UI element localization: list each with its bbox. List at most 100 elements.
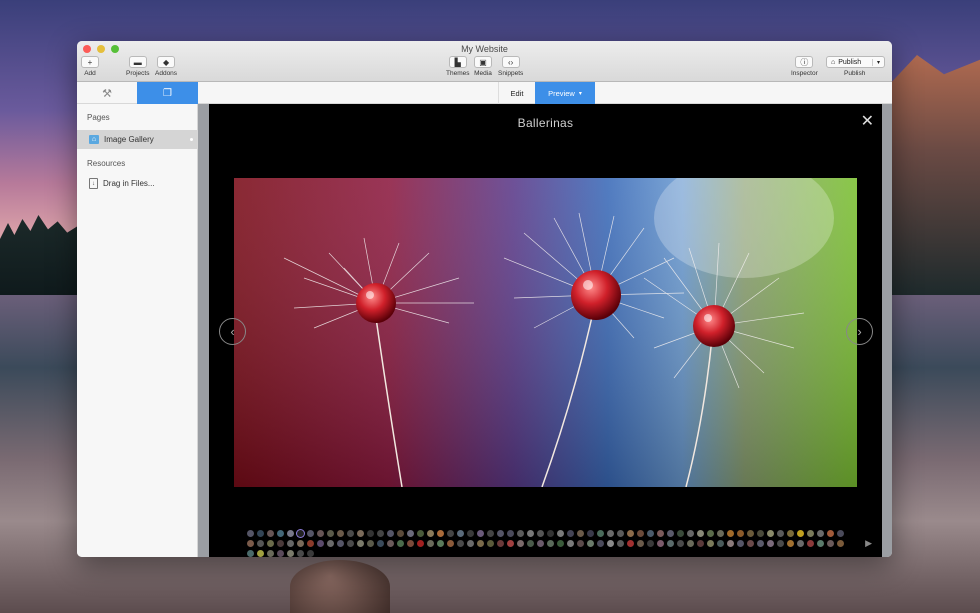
gallery-thumbnail[interactable] — [277, 550, 284, 557]
gallery-thumbnail[interactable] — [627, 540, 634, 547]
gallery-thumbnail[interactable] — [487, 540, 494, 547]
chevron-down-icon[interactable]: ▾ — [871, 58, 884, 66]
gallery-thumbnail[interactable] — [327, 540, 334, 547]
gallery-thumbnail[interactable] — [677, 530, 684, 537]
gallery-thumbnail[interactable] — [707, 530, 714, 537]
gallery-thumbnail[interactable] — [507, 540, 514, 547]
gallery-thumbnail[interactable] — [677, 540, 684, 547]
gallery-thumbnail[interactable] — [687, 540, 694, 547]
projects-button[interactable]: ▬ Projects — [126, 56, 149, 77]
sidebar-item-drag-files[interactable]: ↓ Drag in Files... — [77, 174, 197, 193]
gallery-thumbnail[interactable] — [797, 530, 804, 537]
gallery-thumbnail[interactable] — [577, 540, 584, 547]
gallery-thumbnail[interactable] — [307, 550, 314, 557]
gallery-thumbnail[interactable] — [377, 540, 384, 547]
gallery-thumbnail[interactable] — [527, 530, 534, 537]
gallery-thumbnail[interactable] — [357, 530, 364, 537]
gallery-thumbnail[interactable] — [757, 530, 764, 537]
gallery-thumbnail[interactable] — [517, 540, 524, 547]
gallery-thumbnail[interactable] — [367, 530, 374, 537]
gallery-thumbnail[interactable] — [547, 530, 554, 537]
gallery-thumbnail[interactable] — [597, 540, 604, 547]
gallery-thumbnail[interactable] — [717, 540, 724, 547]
gallery-thumbnail[interactable] — [457, 530, 464, 537]
gallery-thumbnail[interactable] — [767, 540, 774, 547]
gallery-thumbnail[interactable] — [267, 540, 274, 547]
gallery-thumbnail[interactable] — [747, 540, 754, 547]
gallery-thumbnail[interactable] — [777, 540, 784, 547]
gallery-thumbnail[interactable] — [707, 540, 714, 547]
gallery-thumbnail[interactable] — [407, 530, 414, 537]
gallery-thumbnail[interactable] — [567, 530, 574, 537]
inspector-button[interactable]: ⓘ Inspector — [791, 56, 818, 77]
gallery-thumbnail[interactable] — [427, 530, 434, 537]
gallery-thumbnail[interactable] — [247, 550, 254, 557]
close-icon[interactable]: ✕ — [861, 114, 874, 130]
sidebar-item-image-gallery[interactable]: ⌂ Image Gallery — [77, 130, 197, 149]
gallery-thumbnail[interactable] — [407, 540, 414, 547]
gallery-thumbnail[interactable] — [547, 540, 554, 547]
add-button[interactable]: + Add — [81, 56, 99, 77]
gallery-thumbnail[interactable] — [807, 530, 814, 537]
tab-pages[interactable]: ❐ — [137, 82, 198, 104]
gallery-thumbnail[interactable] — [357, 540, 364, 547]
previous-image-button[interactable]: ‹ — [219, 318, 246, 345]
gallery-thumbnail[interactable] — [307, 540, 314, 547]
gallery-thumbnail[interactable] — [557, 530, 564, 537]
gallery-thumbnail[interactable] — [387, 540, 394, 547]
gallery-thumbnail[interactable] — [827, 540, 834, 547]
gallery-thumbnail[interactable] — [337, 530, 344, 537]
gallery-thumbnail[interactable] — [487, 530, 494, 537]
gallery-thumbnail[interactable] — [347, 530, 354, 537]
gallery-thumbnail[interactable] — [287, 550, 294, 557]
gallery-thumbnail[interactable] — [607, 530, 614, 537]
gallery-thumbnail[interactable] — [457, 540, 464, 547]
snippets-button[interactable]: ‹› Snippets — [498, 56, 523, 77]
gallery-thumbnail[interactable] — [317, 530, 324, 537]
gallery-thumbnail[interactable] — [587, 540, 594, 547]
gallery-thumbnail[interactable] — [527, 540, 534, 547]
gallery-thumbnail[interactable] — [827, 530, 834, 537]
gallery-thumbnail[interactable] — [347, 540, 354, 547]
gallery-thumbnail[interactable] — [737, 540, 744, 547]
gallery-thumbnail[interactable] — [537, 530, 544, 537]
gallery-thumbnail[interactable] — [437, 540, 444, 547]
gallery-thumbnail[interactable] — [577, 530, 584, 537]
gallery-thumbnail[interactable] — [277, 530, 284, 537]
gallery-thumbnail[interactable] — [377, 530, 384, 537]
themes-button[interactable]: ▙ Themes — [446, 56, 469, 77]
gallery-thumbnail[interactable] — [517, 530, 524, 537]
gallery-thumbnail[interactable] — [327, 530, 334, 537]
gallery-thumbnail[interactable] — [727, 540, 734, 547]
gallery-thumbnail[interactable] — [657, 530, 664, 537]
gallery-thumbnail[interactable] — [427, 540, 434, 547]
gallery-thumbnail[interactable] — [257, 550, 264, 557]
publish-button[interactable]: ⌂ Publish ▾ — [826, 56, 885, 68]
gallery-thumbnail[interactable] — [247, 530, 254, 537]
gallery-thumbnail[interactable] — [817, 530, 824, 537]
gallery-thumbnail[interactable] — [637, 540, 644, 547]
gallery-thumbnail[interactable] — [287, 530, 294, 537]
gallery-thumbnail[interactable] — [247, 540, 254, 547]
gallery-thumbnail[interactable] — [667, 530, 674, 537]
gallery-thumbnail[interactable] — [437, 530, 444, 537]
gallery-thumbnail[interactable] — [657, 540, 664, 547]
gallery-thumbnail[interactable] — [597, 530, 604, 537]
gallery-thumbnail[interactable] — [297, 530, 304, 537]
gallery-thumbnail[interactable] — [297, 550, 304, 557]
gallery-thumbnail[interactable] — [777, 530, 784, 537]
gallery-thumbnail[interactable] — [837, 530, 844, 537]
gallery-thumbnail[interactable] — [257, 540, 264, 547]
gallery-thumbnail[interactable] — [467, 530, 474, 537]
gallery-thumbnail[interactable] — [477, 540, 484, 547]
gallery-thumbnail[interactable] — [467, 540, 474, 547]
gallery-thumbnail[interactable] — [337, 540, 344, 547]
gallery-thumbnail[interactable] — [807, 540, 814, 547]
gallery-thumbnail[interactable] — [617, 530, 624, 537]
gallery-thumbnail[interactable] — [507, 530, 514, 537]
gallery-thumbnail[interactable] — [817, 540, 824, 547]
gallery-thumbnail[interactable] — [837, 540, 844, 547]
gallery-thumbnail[interactable] — [647, 530, 654, 537]
gallery-thumbnail[interactable] — [607, 540, 614, 547]
gallery-thumbnail[interactable] — [587, 530, 594, 537]
